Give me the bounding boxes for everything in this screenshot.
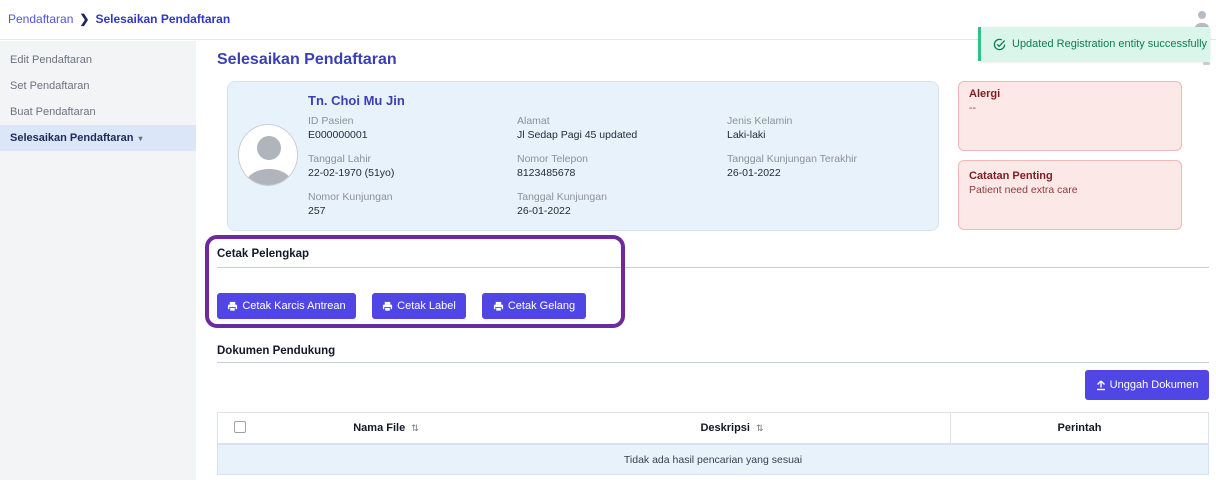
chevron-down-icon: ▾ bbox=[138, 133, 143, 143]
allergy-title: Alergi bbox=[969, 88, 1001, 100]
documents-table-header: Nama File ⇅ Deskripsi ⇅ Perintah bbox=[217, 412, 1209, 444]
field-value: 8123485678 bbox=[517, 167, 576, 179]
field-label: Nomor Telepon bbox=[517, 153, 589, 165]
sidebar-item-buat-pendaftaran[interactable]: Buat Pendaftaran bbox=[0, 99, 196, 125]
sidebar-item-label: Edit Pendaftaran bbox=[10, 54, 92, 66]
field-value: Jl Sedap Pagi 45 updated bbox=[517, 129, 638, 141]
column-label: Deskripsi bbox=[700, 422, 750, 434]
toast-message: Updated Registration entity successfully bbox=[1012, 38, 1208, 50]
breadcrumb: Pendaftaran ❯ Selesaikan Pendaftaran bbox=[8, 12, 230, 26]
allergy-box: Alergi -- bbox=[958, 81, 1182, 151]
field-visit-date: Tanggal Kunjungan 26-01-2022 bbox=[517, 190, 607, 219]
field-label: Alamat bbox=[517, 115, 550, 127]
upload-icon bbox=[1096, 380, 1105, 390]
notes-title: Catatan Penting bbox=[969, 170, 1053, 182]
field-value: 257 bbox=[308, 205, 326, 217]
field-visit-number: Nomor Kunjungan 257 bbox=[308, 190, 393, 219]
breadcrumb-current: Selesaikan Pendaftaran bbox=[95, 12, 231, 26]
user-avatar-icon bbox=[245, 136, 293, 185]
column-header-actions: Perintah bbox=[951, 413, 1208, 443]
field-value: E000000001 bbox=[308, 129, 368, 141]
highlight-annotation bbox=[205, 235, 625, 328]
empty-state-text: Tidak ada hasil pencarian yang sesuai bbox=[623, 453, 803, 466]
field-label: Tanggal Lahir bbox=[308, 153, 372, 165]
important-notes-box: Catatan Penting Patient need extra care bbox=[958, 160, 1182, 230]
upload-document-button[interactable]: Unggah Dokumen bbox=[1085, 370, 1209, 400]
field-label: Tanggal Kunjungan Terakhir bbox=[727, 153, 857, 165]
field-label: Jenis Kelamin bbox=[727, 115, 793, 127]
field-value: Laki-laki bbox=[727, 129, 766, 141]
check-circle-icon bbox=[993, 38, 1006, 50]
documents-section-title: Dokumen Pendukung bbox=[217, 345, 336, 357]
field-patient-id: ID Pasien E000000001 bbox=[308, 114, 368, 143]
field-date-of-birth: Tanggal Lahir 22-02-1970 (51yo) bbox=[308, 152, 394, 181]
select-all-checkbox[interactable] bbox=[234, 421, 246, 433]
notes-text: Patient need extra care bbox=[969, 184, 1078, 196]
sidebar-item-label: Buat Pendaftaran bbox=[10, 106, 96, 118]
section-divider bbox=[217, 362, 1209, 363]
field-value: 26-01-2022 bbox=[517, 205, 571, 217]
user-icon[interactable] bbox=[1194, 10, 1210, 28]
patient-name: Tn. Choi Mu Jin bbox=[308, 93, 405, 108]
sidebar: Edit Pendaftaran Set Pendaftaran Buat Pe… bbox=[0, 41, 196, 480]
avatar bbox=[238, 124, 298, 186]
field-label: Tanggal Kunjungan bbox=[517, 191, 607, 203]
field-label: Nomor Kunjungan bbox=[308, 191, 393, 203]
success-toast[interactable]: Updated Registration entity successfully bbox=[978, 27, 1210, 61]
toast-progress-bar bbox=[1203, 62, 1210, 65]
column-label: Nama File bbox=[353, 422, 406, 434]
field-value: 22-02-1970 (51yo) bbox=[308, 167, 395, 179]
sidebar-item-label: Selesaikan Pendaftaran bbox=[10, 132, 134, 144]
sort-icon[interactable]: ⇅ bbox=[756, 423, 764, 434]
field-address: Alamat Jl Sedap Pagi 45 updated bbox=[517, 114, 637, 143]
breadcrumb-separator-icon: ❯ bbox=[79, 12, 90, 26]
sidebar-item-set-pendaftaran[interactable]: Set Pendaftaran bbox=[0, 73, 196, 99]
allergy-text: -- bbox=[969, 102, 976, 114]
field-label: ID Pasien bbox=[308, 115, 354, 127]
field-last-visit: Tanggal Kunjungan Terakhir 26-01-2022 bbox=[727, 152, 857, 181]
sidebar-item-selesaikan-pendaftaran[interactable]: Selesaikan Pendaftaran ▾ bbox=[0, 125, 196, 151]
sidebar-item-edit-pendaftaran[interactable]: Edit Pendaftaran bbox=[0, 47, 196, 73]
breadcrumb-parent-link[interactable]: Pendaftaran bbox=[8, 12, 73, 26]
patient-card: Tn. Choi Mu Jin ID Pasien E000000001 Tan… bbox=[227, 81, 939, 231]
column-header-description[interactable]: Deskripsi ⇅ bbox=[514, 413, 950, 443]
sort-icon[interactable]: ⇅ bbox=[411, 423, 419, 434]
column-header-file-name[interactable]: Nama File ⇅ bbox=[258, 413, 514, 443]
button-label: Unggah Dokumen bbox=[1109, 379, 1199, 391]
table-empty-row: Tidak ada hasil pencarian yang sesuai bbox=[217, 444, 1209, 475]
field-gender: Jenis Kelamin Laki-laki bbox=[727, 114, 792, 143]
column-label: Perintah bbox=[1057, 422, 1102, 434]
sidebar-item-label: Set Pendaftaran bbox=[10, 80, 90, 92]
field-phone: Nomor Telepon 8123485678 bbox=[517, 152, 588, 181]
field-value: 26-01-2022 bbox=[727, 167, 781, 179]
page-title: Selesaikan Pendaftaran bbox=[217, 51, 397, 68]
